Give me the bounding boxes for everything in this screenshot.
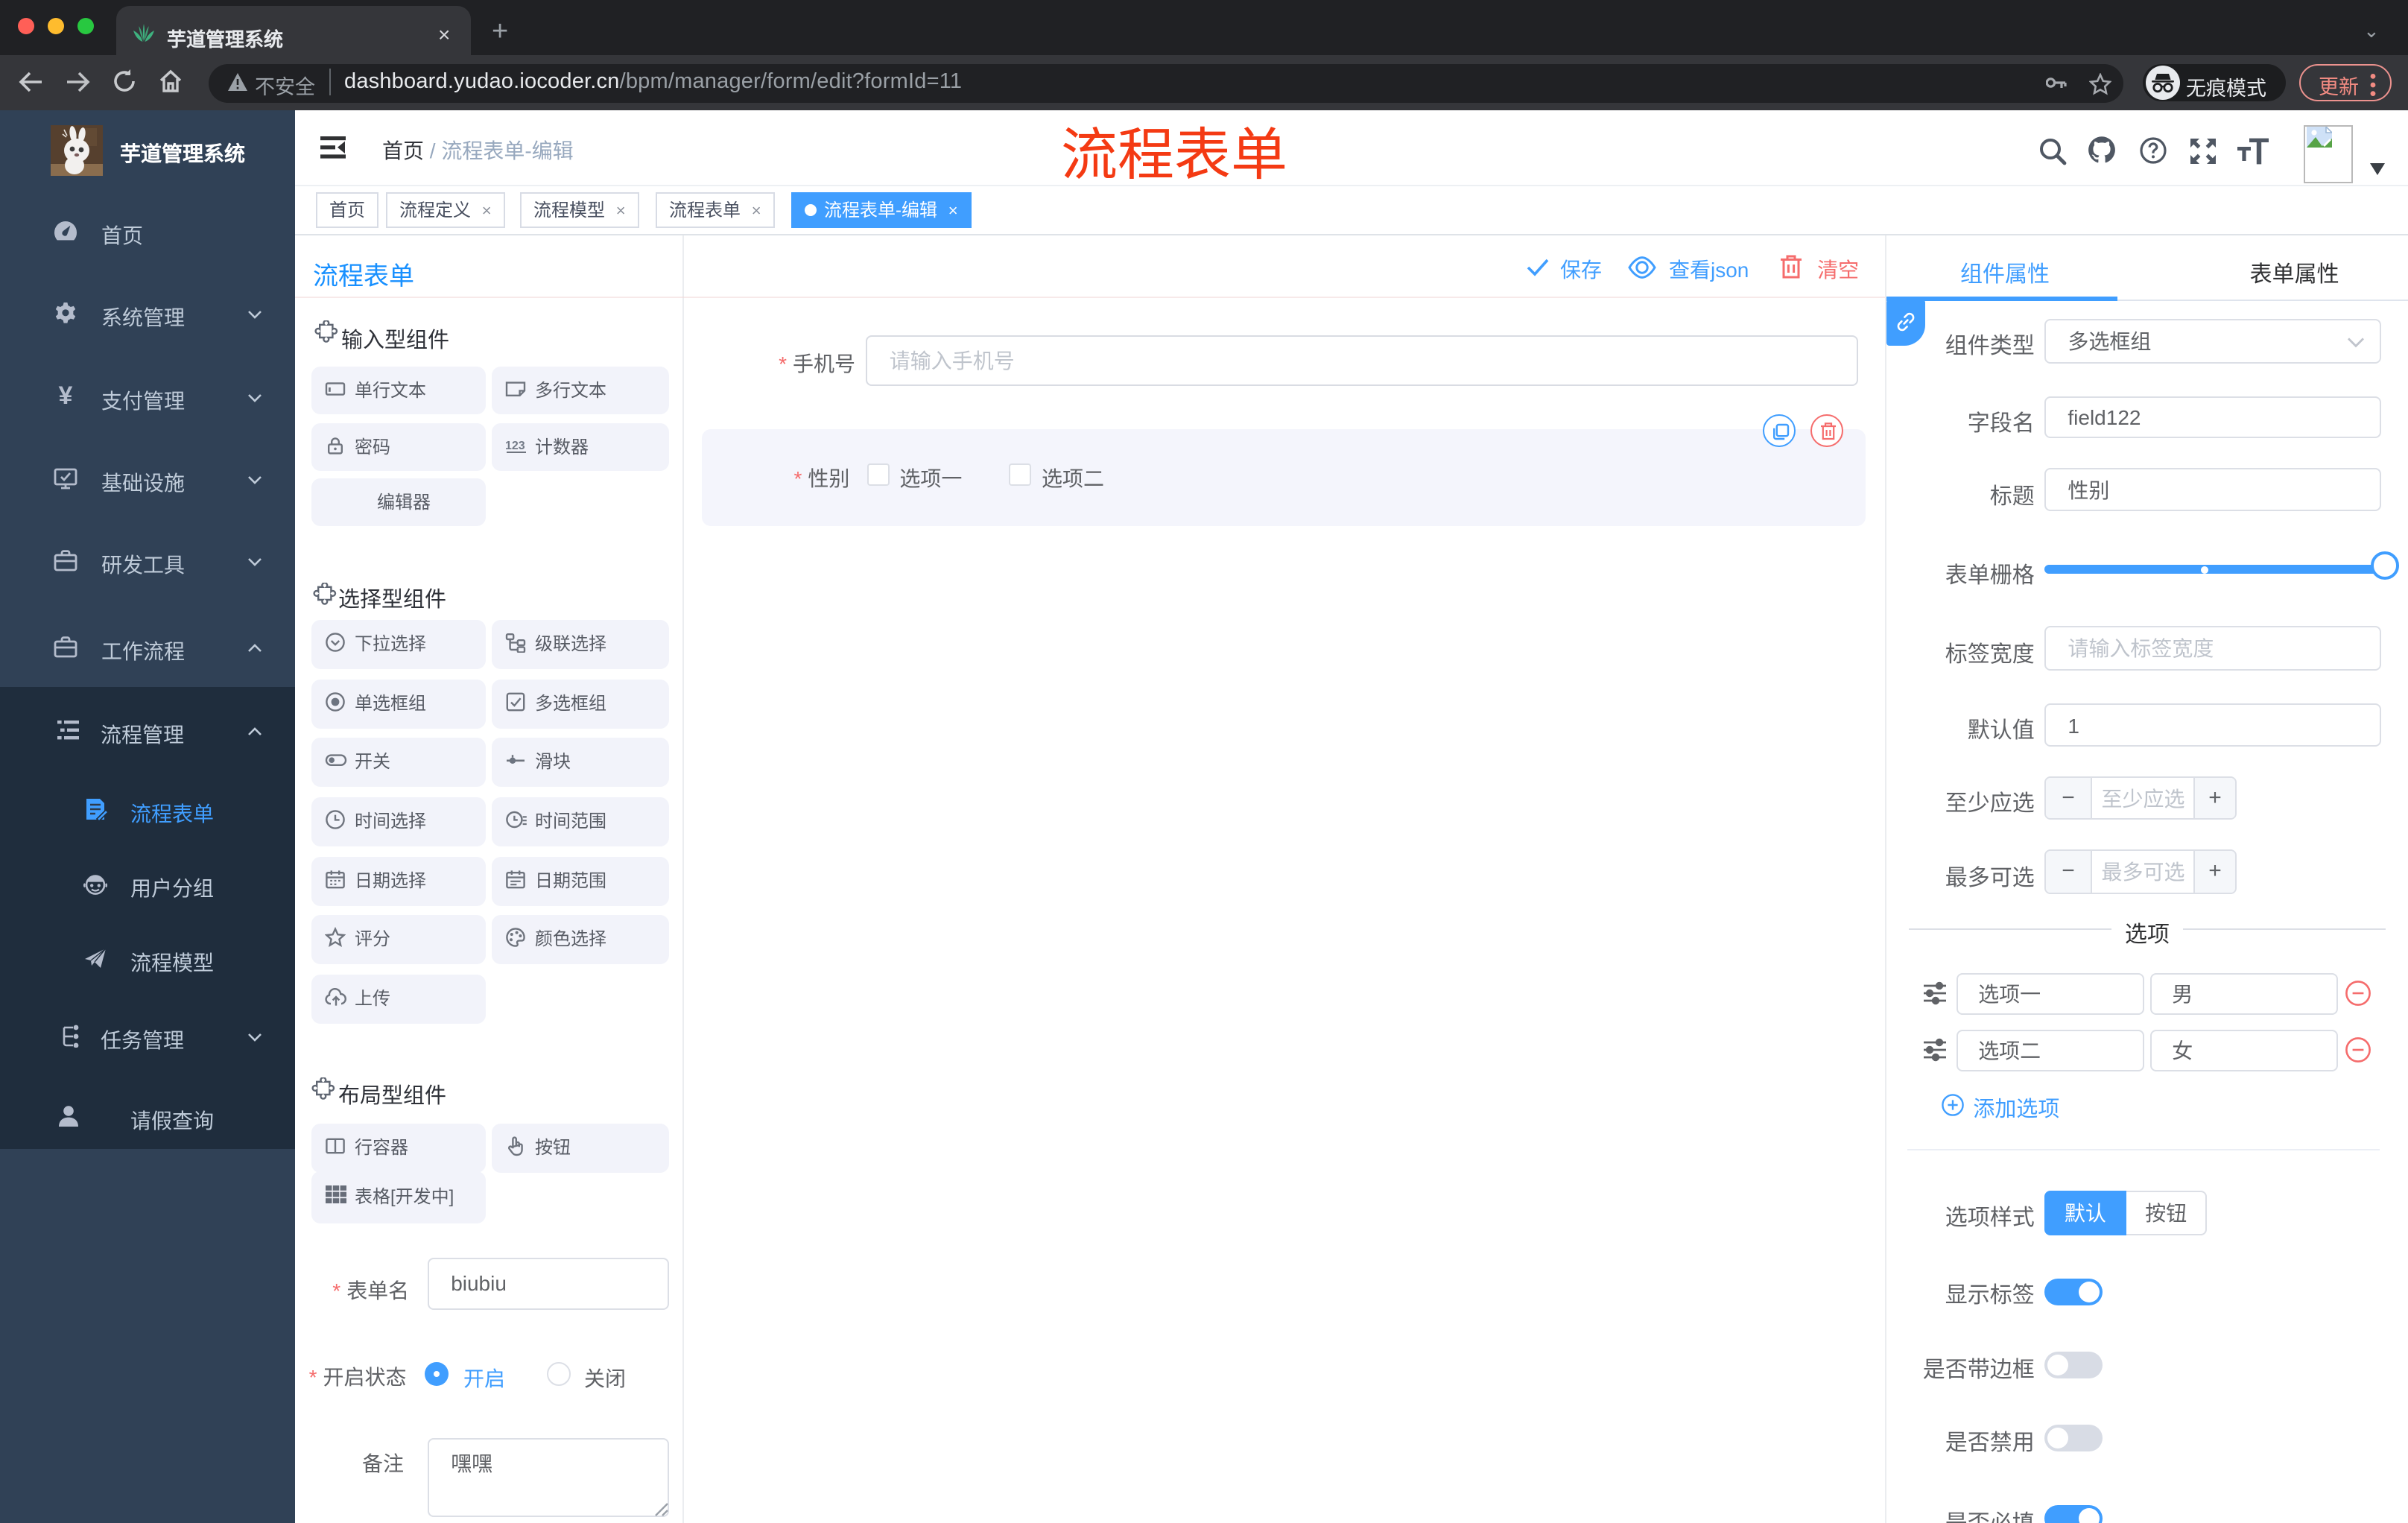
svg-text:123: 123	[505, 439, 525, 452]
